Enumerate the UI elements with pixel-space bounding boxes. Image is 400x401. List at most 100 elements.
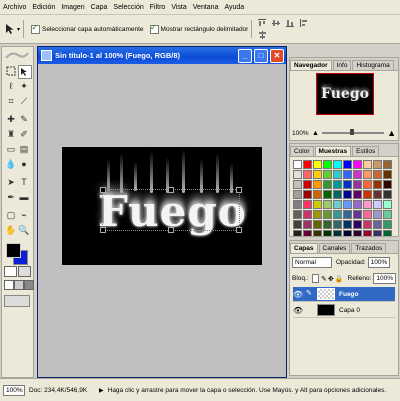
color-swatch[interactable] <box>293 210 302 219</box>
align-center-icon[interactable] <box>256 29 268 41</box>
quick-mask-icon[interactable] <box>18 266 31 277</box>
align-left-icon[interactable] <box>298 17 310 29</box>
zoom-tool-icon[interactable]: 🔍 <box>18 224 30 236</box>
foreground-color-chip[interactable] <box>6 243 21 258</box>
color-swatch[interactable] <box>293 190 302 199</box>
color-swatch[interactable] <box>353 170 362 179</box>
move-tool-icon[interactable] <box>18 65 32 79</box>
path-selection-tool-icon[interactable]: ➤ <box>5 176 17 188</box>
blend-mode-select[interactable]: Normal <box>292 257 332 268</box>
layer-row-fuego[interactable]: 👁 ✎ Fuego <box>293 287 395 302</box>
layer-link-slot[interactable] <box>306 305 314 315</box>
color-swatch[interactable] <box>343 220 352 229</box>
color-swatch[interactable] <box>333 160 342 169</box>
color-swatch[interactable] <box>303 200 312 209</box>
color-swatch[interactable] <box>363 190 372 199</box>
color-swatch[interactable] <box>353 160 362 169</box>
screen-mode-full-icon[interactable] <box>24 280 34 290</box>
tab-trazados[interactable]: Trazados <box>351 243 387 253</box>
color-swatch[interactable] <box>313 190 322 199</box>
image-canvas[interactable]: Fuego <box>62 147 262 265</box>
tab-canales[interactable]: Canales <box>318 243 351 253</box>
color-swatch[interactable] <box>333 210 342 219</box>
color-swatch[interactable] <box>363 200 372 209</box>
tab-navegador[interactable]: Navegador <box>290 60 332 70</box>
navigator-preview[interactable]: Fuego <box>316 73 374 115</box>
shape-tool-icon[interactable]: ▬ <box>18 191 30 203</box>
standard-mode-icon[interactable] <box>4 266 17 277</box>
screen-mode-standard-icon[interactable] <box>4 280 14 290</box>
color-swatch[interactable] <box>333 180 342 189</box>
color-swatch[interactable] <box>323 170 332 179</box>
fill-input[interactable]: 100% <box>373 273 396 284</box>
eraser-tool-icon[interactable]: ▭ <box>5 143 17 155</box>
layer-brush-icon[interactable]: ✎ <box>306 289 314 299</box>
color-swatch[interactable] <box>333 170 342 179</box>
color-swatch[interactable] <box>303 210 312 219</box>
zoom-in-icon[interactable]: ▲ <box>387 128 396 138</box>
color-swatch[interactable] <box>313 230 322 236</box>
color-swatch[interactable] <box>383 190 392 199</box>
visibility-eye-icon[interactable]: 👁 <box>293 289 303 299</box>
color-swatch[interactable] <box>303 180 312 189</box>
jump-to-imageready-icon[interactable] <box>4 295 30 307</box>
color-swatch[interactable] <box>383 220 392 229</box>
color-swatch[interactable] <box>293 230 302 236</box>
color-swatch[interactable] <box>333 200 342 209</box>
color-swatch[interactable] <box>373 220 382 229</box>
lock-transparency-icon[interactable] <box>311 274 320 283</box>
gradient-tool-icon[interactable]: ▤ <box>18 143 30 155</box>
history-brush-tool-icon[interactable]: ✐ <box>18 128 30 140</box>
color-swatch[interactable] <box>293 180 302 189</box>
color-swatch[interactable] <box>383 160 392 169</box>
color-swatch[interactable] <box>323 210 332 219</box>
menu-edicion[interactable]: Edición <box>29 4 58 11</box>
color-swatch[interactable] <box>303 160 312 169</box>
color-swatch[interactable] <box>293 200 302 209</box>
color-swatch[interactable] <box>363 230 372 236</box>
color-swatch[interactable] <box>293 170 302 179</box>
color-swatch[interactable] <box>313 160 322 169</box>
color-swatch[interactable] <box>353 230 362 236</box>
dodge-tool-icon[interactable]: ● <box>18 158 30 170</box>
visibility-eye-icon[interactable]: 👁 <box>293 305 303 315</box>
lock-pixels-icon[interactable]: ✎ <box>321 275 327 283</box>
color-swatch[interactable] <box>333 190 342 199</box>
transform-handle[interactable] <box>168 227 174 233</box>
transform-handle[interactable] <box>236 227 242 233</box>
blur-tool-icon[interactable]: 💧 <box>5 158 17 170</box>
color-swatch[interactable] <box>353 220 362 229</box>
color-swatch[interactable] <box>323 230 332 236</box>
maximize-icon[interactable]: □ <box>254 48 268 63</box>
align-top-icon[interactable] <box>256 17 268 29</box>
color-swatch[interactable] <box>383 170 392 179</box>
color-swatch[interactable] <box>343 180 352 189</box>
minimize-icon[interactable]: _ <box>238 48 252 63</box>
color-swatch[interactable] <box>323 180 332 189</box>
color-swatch[interactable] <box>353 210 362 219</box>
notes-tool-icon[interactable]: ▢ <box>5 209 17 221</box>
menu-seleccion[interactable]: Selección <box>110 4 146 11</box>
opacity-input[interactable]: 100% <box>367 257 391 268</box>
screen-mode-full-menu-icon[interactable] <box>14 280 24 290</box>
menu-capa[interactable]: Capa <box>88 4 111 11</box>
marquee-tool-icon[interactable] <box>5 65 17 77</box>
color-swatch[interactable] <box>363 180 372 189</box>
move-tool-preset-icon[interactable] <box>4 23 16 35</box>
status-doc-size[interactable]: Doc: 234,4K/546,9K <box>29 387 99 394</box>
zoom-slider[interactable] <box>321 129 385 135</box>
healing-brush-tool-icon[interactable]: ✚ <box>5 113 17 125</box>
color-swatch[interactable] <box>313 220 322 229</box>
color-swatch[interactable] <box>363 220 372 229</box>
color-swatch[interactable] <box>363 210 372 219</box>
color-swatch[interactable] <box>343 190 352 199</box>
color-swatch[interactable] <box>303 230 312 236</box>
color-swatch[interactable] <box>323 200 332 209</box>
tab-muestras[interactable]: Muestras <box>314 146 352 156</box>
color-swatch[interactable] <box>343 160 352 169</box>
color-swatch[interactable] <box>343 170 352 179</box>
tab-color[interactable]: Color <box>290 146 314 156</box>
color-swatch[interactable] <box>373 230 382 236</box>
tab-histograma[interactable]: Histograma <box>352 60 394 70</box>
menu-vista[interactable]: Vista <box>168 4 189 11</box>
